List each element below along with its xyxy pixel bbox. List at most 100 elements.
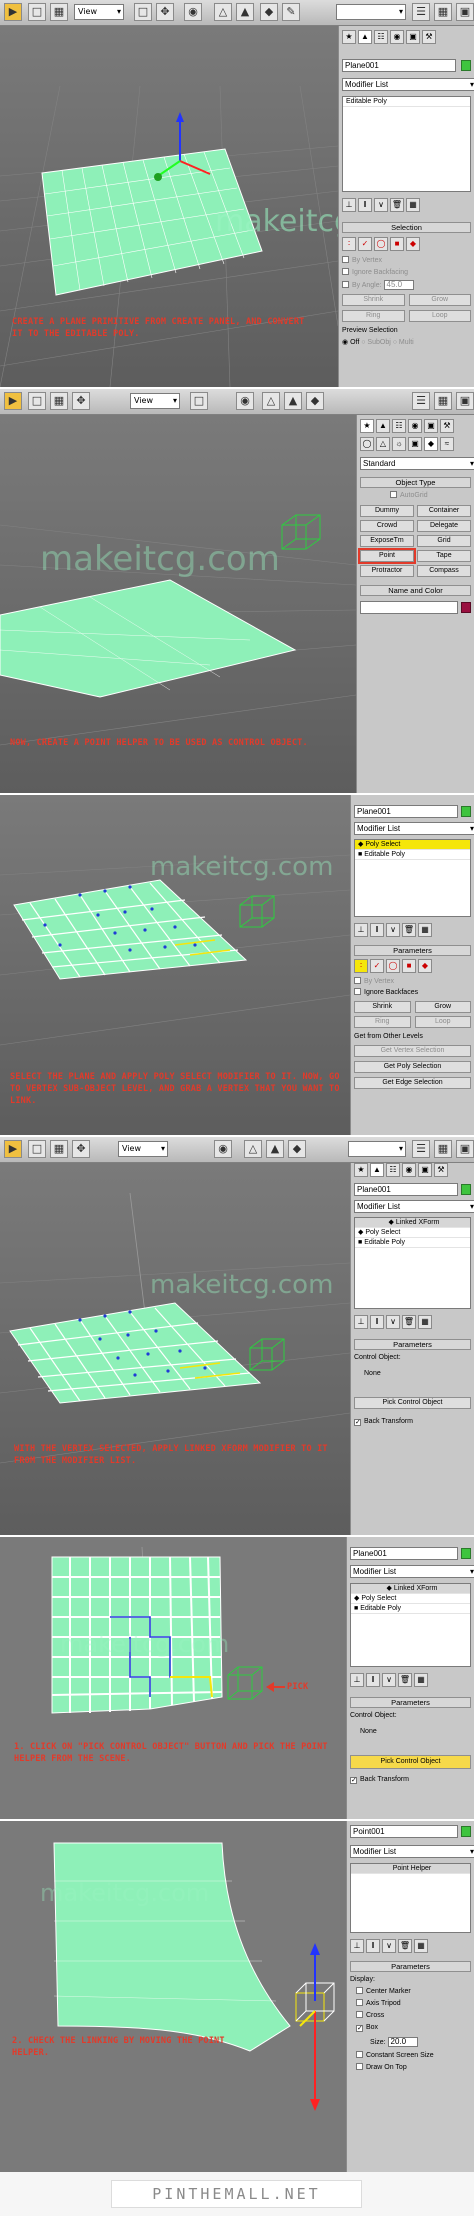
- cross-checkbox[interactable]: Cross: [350, 2011, 471, 2021]
- select-region-icon[interactable]: □: [28, 392, 46, 410]
- get-poly-selection-button[interactable]: Get Poly Selection: [354, 1061, 471, 1073]
- spinner-snap-icon[interactable]: ◆: [306, 392, 324, 410]
- tape-button[interactable]: Tape: [417, 550, 471, 562]
- hierarchy-tab-icon[interactable]: ☷: [392, 419, 406, 433]
- geometry-icon[interactable]: ◯: [360, 437, 374, 451]
- draw-on-top-checkbox[interactable]: Draw On Top: [350, 2063, 471, 2073]
- shrink-button[interactable]: Shrink: [342, 294, 405, 306]
- select-icon[interactable]: ▶: [4, 1140, 22, 1158]
- object-name-field[interactable]: Plane001: [354, 805, 458, 818]
- hierarchy-tab-icon[interactable]: ☷: [374, 30, 388, 44]
- move-icon[interactable]: ✥: [72, 392, 90, 410]
- select-region-icon[interactable]: □: [28, 3, 46, 21]
- perspective-viewport[interactable]: makeitcg.com Create a plane primitive fr…: [0, 26, 338, 387]
- spinner-snap-icon[interactable]: ◆: [260, 3, 278, 21]
- off-radio[interactable]: ◉ Off: [342, 339, 359, 346]
- show-end-result-icon[interactable]: ‖: [370, 1315, 384, 1329]
- name-color-rollout-title[interactable]: Name and Color: [360, 585, 471, 596]
- angle-snap-icon[interactable]: △: [244, 1140, 262, 1158]
- stack-item-poly-select[interactable]: ◆ Poly Select: [355, 1228, 470, 1238]
- percent-snap-icon[interactable]: ▲: [266, 1140, 284, 1158]
- object-name-field[interactable]: Plane001: [342, 59, 456, 72]
- make-unique-icon[interactable]: ∨: [382, 1939, 396, 1953]
- motion-tab-icon[interactable]: ◉: [402, 1163, 416, 1177]
- configure-sets-icon[interactable]: ▦: [418, 1315, 432, 1329]
- reference-coordinate-dropdown[interactable]: View: [74, 4, 124, 20]
- snap-icon[interactable]: ◉: [214, 1140, 232, 1158]
- window-crossing-icon[interactable]: ▦: [50, 392, 68, 410]
- remove-modifier-icon[interactable]: 🗑: [402, 923, 416, 937]
- back-transform-checkbox[interactable]: ✓ Back Transform: [350, 1775, 471, 1785]
- modify-tab-icon[interactable]: ▲: [376, 419, 390, 433]
- modifier-stack[interactable]: ◆ Linked XForm ◆ Poly Select ■ Editable …: [354, 1217, 471, 1309]
- pivot-icon[interactable]: □: [134, 3, 152, 21]
- point-button[interactable]: Point: [358, 548, 416, 564]
- object-name-field[interactable]: Point001: [350, 1825, 458, 1838]
- modifier-list-dropdown[interactable]: Modifier List: [342, 78, 474, 91]
- by-vertex-checkbox[interactable]: By Vertex: [354, 977, 471, 987]
- object-color-swatch[interactable]: [461, 1548, 471, 1559]
- object-color-swatch[interactable]: [461, 1826, 471, 1837]
- multi-radio[interactable]: ○ Multi: [393, 339, 414, 346]
- ring-button[interactable]: Ring: [354, 1016, 411, 1028]
- remove-modifier-icon[interactable]: 🗑: [390, 198, 404, 212]
- show-end-result-icon[interactable]: ‖: [370, 923, 384, 937]
- show-end-result-icon[interactable]: ‖: [366, 1939, 380, 1953]
- make-unique-icon[interactable]: ∨: [374, 198, 388, 212]
- pin-stack-icon[interactable]: ⊥: [350, 1939, 364, 1953]
- utilities-tab-icon[interactable]: ⚒: [434, 1163, 448, 1177]
- hierarchy-tab-icon[interactable]: ☷: [386, 1163, 400, 1177]
- object-name-field[interactable]: Plane001: [350, 1547, 458, 1560]
- grid-button[interactable]: Grid: [417, 535, 471, 547]
- object-color-swatch[interactable]: [461, 1184, 471, 1195]
- named-selection-dropdown[interactable]: [348, 1141, 406, 1157]
- create-tab-icon[interactable]: ★: [342, 30, 356, 44]
- layer-icon[interactable]: ▣: [456, 392, 474, 410]
- perspective-viewport[interactable]: makeitcg.com Now, create a point helper …: [0, 415, 356, 793]
- stack-item-poly-select[interactable]: ◆ Poly Select: [355, 840, 470, 850]
- subobj-radio[interactable]: ○ SubObj: [361, 339, 391, 346]
- remove-modifier-icon[interactable]: 🗑: [398, 1673, 412, 1687]
- select-region-icon[interactable]: □: [28, 1140, 46, 1158]
- grow-button[interactable]: Grow: [414, 1001, 471, 1013]
- autogrid-checkbox[interactable]: AutoGrid: [360, 491, 471, 501]
- modify-tab-icon[interactable]: ▲: [358, 30, 372, 44]
- by-vertex-checkbox[interactable]: By Vertex: [342, 256, 471, 266]
- pin-stack-icon[interactable]: ⊥: [342, 198, 356, 212]
- layer-icon[interactable]: ▣: [456, 1140, 474, 1158]
- percent-snap-icon[interactable]: ▲: [284, 392, 302, 410]
- object-type-rollout-title[interactable]: Object Type: [360, 477, 471, 488]
- stack-item-editable-poly[interactable]: ■ Editable Poly: [351, 1604, 470, 1614]
- modifier-stack[interactable]: ◆ Poly Select ■ Editable Poly: [354, 839, 471, 917]
- stack-item-editable-poly[interactable]: ■ Editable Poly: [355, 1238, 470, 1248]
- display-tab-icon[interactable]: ▣: [424, 419, 438, 433]
- size-input[interactable]: 20.0: [387, 2037, 418, 2047]
- dummy-button[interactable]: Dummy: [360, 505, 414, 517]
- center-marker-checkbox[interactable]: Center Marker: [350, 1987, 471, 1997]
- crowd-button[interactable]: Crowd: [360, 520, 414, 532]
- name-field[interactable]: [360, 601, 458, 614]
- window-crossing-icon[interactable]: ▦: [50, 3, 68, 21]
- stack-item-point-helper[interactable]: Point Helper: [351, 1864, 470, 1874]
- top-viewport[interactable]: makeitcg.com Pick 1. Click on "pick cont…: [0, 1537, 346, 1819]
- parameters-rollout-title[interactable]: Parameters: [350, 1961, 471, 1972]
- exposetm-button[interactable]: ExposeTm: [360, 535, 414, 547]
- percent-snap-icon[interactable]: ▲: [236, 3, 254, 21]
- window-crossing-icon[interactable]: ▦: [50, 1140, 68, 1158]
- configure-sets-icon[interactable]: ▦: [414, 1939, 428, 1953]
- modifier-stack[interactable]: Editable Poly: [342, 96, 471, 192]
- object-color-swatch[interactable]: [461, 60, 471, 71]
- move-icon[interactable]: ✥: [72, 1140, 90, 1158]
- mirror-icon[interactable]: ☰: [412, 3, 430, 21]
- vertex-level-icon[interactable]: ∶: [342, 237, 356, 251]
- select-icon[interactable]: ▶: [4, 3, 22, 21]
- align-icon[interactable]: ▦: [434, 1140, 452, 1158]
- polygon-level-icon[interactable]: ■: [390, 237, 404, 251]
- configure-sets-icon[interactable]: ▦: [406, 198, 420, 212]
- grow-button[interactable]: Grow: [408, 294, 471, 306]
- select-manipulate-icon[interactable]: ✥: [156, 3, 174, 21]
- reference-coordinate-dropdown[interactable]: View: [130, 393, 180, 409]
- container-button[interactable]: Container: [417, 505, 471, 517]
- by-angle-checkbox[interactable]: By Angle: 45.0: [342, 280, 471, 290]
- pin-stack-icon[interactable]: ⊥: [354, 923, 368, 937]
